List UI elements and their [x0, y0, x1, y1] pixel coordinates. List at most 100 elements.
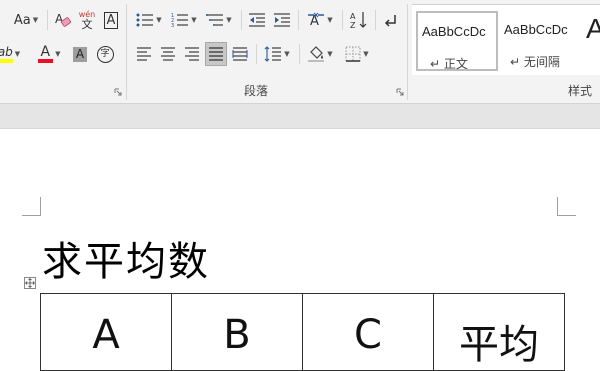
line-spacing-icon	[264, 46, 282, 62]
change-case-button[interactable]: Aa ▼	[8, 10, 44, 30]
text-highlight-button[interactable]: ab▼	[0, 44, 24, 64]
group-separator	[126, 4, 127, 100]
asian-layout-button[interactable]: A ▼	[304, 10, 336, 30]
chevron-down-icon: ▼	[14, 50, 21, 58]
sort-icon: AZ	[350, 12, 367, 29]
data-table: A B C 平均	[40, 293, 565, 371]
multilevel-list-button[interactable]: ▼	[203, 10, 235, 30]
styles-group-label: 样式	[568, 84, 593, 98]
style-sample-text: AaBbCcDc	[504, 22, 568, 37]
phonetic-guide-button[interactable]: wén 文	[76, 8, 98, 32]
font-color-button[interactable]: A ▼	[34, 44, 64, 64]
svg-text:Z: Z	[350, 21, 356, 29]
separator	[256, 44, 257, 64]
chevron-down-icon: ▼	[32, 16, 39, 24]
paint-bucket-icon	[308, 46, 325, 62]
character-shading-label: A	[72, 46, 88, 62]
separator	[299, 44, 300, 64]
style-sample-text: AaBbCcDc	[422, 24, 486, 39]
separator	[298, 10, 299, 30]
sort-button[interactable]: AZ	[348, 10, 370, 30]
justify-button[interactable]	[205, 42, 227, 66]
margin-corner-top-left	[22, 197, 41, 216]
character-border-label: A	[103, 11, 119, 29]
svg-text:3: 3	[171, 23, 174, 28]
table-move-handle[interactable]	[24, 277, 36, 289]
clear-formatting-icon: A	[55, 12, 72, 27]
character-shading-button[interactable]: A	[70, 44, 90, 64]
change-case-label: Aa	[13, 12, 31, 28]
group-separator	[407, 4, 408, 100]
enclose-characters-label: 字	[96, 45, 114, 63]
bullets-icon	[136, 13, 154, 27]
paragraph-dialog-launcher-icon[interactable]	[396, 88, 404, 96]
increase-indent-icon	[274, 13, 290, 27]
highlight-label: ab	[0, 45, 13, 63]
table-row: A B C 平均	[40, 293, 565, 371]
line-spacing-button[interactable]: ▼	[261, 44, 293, 64]
ruler-area	[0, 104, 600, 129]
shading-button[interactable]: ▼	[304, 44, 336, 64]
ribbon: Aa▼ A wén 文 A ab▼ A▼ A 字 ▼ 123▼ ▼	[0, 0, 600, 104]
style-normal[interactable]: AaBbCcDc ↵ 正文	[416, 11, 498, 71]
align-left-button[interactable]	[133, 44, 155, 64]
character-border-button[interactable]: A	[101, 10, 121, 30]
table-cell[interactable]: C	[302, 293, 434, 371]
table-header-b: B	[223, 312, 251, 358]
move-icon	[25, 278, 35, 288]
style-sample-text: A	[586, 13, 600, 44]
style-no-spacing[interactable]: AaBbCcDc ↵ 无间隔	[500, 11, 584, 71]
separator	[375, 10, 376, 30]
separator	[241, 10, 242, 30]
paragraph-mark-icon	[384, 15, 396, 27]
separator	[47, 10, 48, 30]
align-right-icon	[185, 47, 199, 61]
table-cell[interactable]: B	[171, 293, 303, 371]
chevron-down-icon: ▼	[284, 50, 290, 58]
style-name: ↵ 无间隔	[510, 55, 560, 69]
font-color-label: A	[37, 45, 54, 63]
chevron-down-icon: ▼	[327, 50, 333, 58]
table-cell[interactable]: 平均	[433, 293, 565, 371]
table-header-average: 平均	[459, 322, 539, 368]
chevron-down-icon: ▼	[327, 16, 333, 24]
align-center-button[interactable]	[157, 44, 179, 64]
phonetic-bottom-text: 文	[81, 17, 93, 31]
distributed-button[interactable]	[229, 44, 251, 64]
chevron-down-icon: ▼	[226, 16, 232, 24]
clear-formatting-button[interactable]: A	[52, 10, 74, 30]
align-center-icon	[161, 47, 175, 61]
asian-layout-icon: A	[308, 12, 325, 28]
borders-icon	[345, 46, 361, 62]
decrease-indent-icon	[249, 13, 265, 27]
multilevel-list-icon	[206, 14, 224, 26]
style-name: ↵ 正文	[430, 57, 468, 71]
document-title[interactable]: 求平均数	[42, 229, 210, 287]
distributed-icon	[232, 47, 248, 61]
bullets-button[interactable]: ▼	[133, 10, 165, 30]
enclose-characters-button[interactable]: 字	[94, 44, 116, 64]
borders-button[interactable]: ▼	[341, 44, 373, 64]
chevron-down-icon: ▼	[191, 16, 197, 24]
justify-icon	[209, 47, 223, 61]
align-right-button[interactable]	[181, 44, 203, 64]
align-left-icon	[137, 47, 151, 61]
chevron-down-icon: ▼	[55, 50, 61, 58]
chevron-down-icon: ▼	[363, 50, 369, 58]
decrease-indent-button[interactable]	[246, 10, 268, 30]
separator	[342, 10, 343, 30]
paragraph-group-label: 段落	[244, 84, 269, 98]
font-dialog-launcher-icon[interactable]	[114, 88, 122, 96]
style-heading-partial[interactable]: A	[586, 11, 600, 71]
table-header-c: C	[354, 312, 382, 358]
styles-gallery: AaBbCcDc ↵ 正文 AaBbCcDc ↵ 无间隔 A	[412, 4, 600, 75]
increase-indent-button[interactable]	[271, 10, 293, 30]
table-header-a: A	[92, 312, 120, 358]
chevron-down-icon: ▼	[156, 16, 162, 24]
margin-corner-top-right	[557, 197, 576, 216]
numbering-button[interactable]: 1 2 3 ▼	[168, 10, 200, 30]
svg-text:A: A	[350, 12, 356, 21]
show-hide-marks-button[interactable]	[380, 10, 400, 30]
table-cell[interactable]: A	[40, 293, 172, 371]
numbering-icon: 123	[171, 13, 189, 28]
